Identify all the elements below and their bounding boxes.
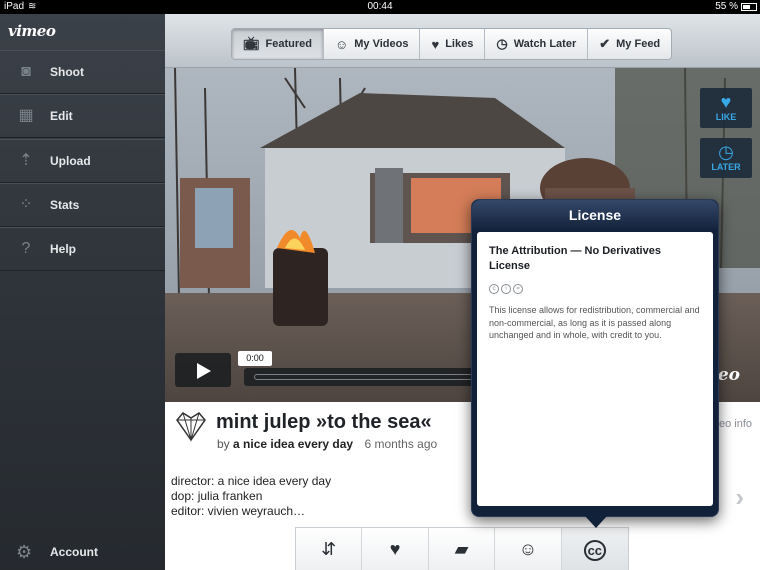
time-bubble: 0:00 bbox=[238, 351, 272, 366]
later-label: LATER bbox=[711, 162, 741, 172]
tab-likes[interactable]: ♥ Likes bbox=[420, 29, 486, 59]
author-link[interactable]: a nice idea every day bbox=[233, 437, 353, 451]
popover-body: The Attribution — No Derivatives License… bbox=[477, 232, 713, 506]
sidebar-item-stats[interactable]: ⁘ Stats bbox=[0, 183, 165, 227]
scrubber[interactable] bbox=[244, 368, 474, 386]
comment-icon: ▰ bbox=[454, 539, 469, 559]
by-label: by bbox=[217, 437, 230, 451]
stats-icon: ⁘ bbox=[19, 196, 33, 213]
credits: director: a nice idea every day dop: jul… bbox=[171, 474, 331, 519]
popover-arrow bbox=[585, 516, 607, 528]
help-icon: ? bbox=[21, 240, 31, 257]
clapperboard-icon: ▦ bbox=[18, 107, 34, 124]
like-action-button[interactable]: ♥ bbox=[362, 528, 429, 570]
sidebar-item-account[interactable]: ⚙ Account bbox=[0, 535, 165, 570]
heart-icon: ♥ bbox=[389, 539, 401, 559]
tab-my-videos[interactable]: ☺ My Videos bbox=[324, 29, 421, 59]
byline: by a nice idea every day 6 months ago bbox=[217, 437, 437, 451]
checkmark-icon: ✔ bbox=[599, 36, 611, 51]
like-button[interactable]: ♥ LIKE bbox=[700, 88, 752, 128]
gear-icon: ⚙ bbox=[16, 542, 33, 562]
heart-icon: ♥ bbox=[720, 92, 732, 112]
license-icons: c i = bbox=[489, 284, 701, 294]
license-popover: License The Attribution — No Derivatives… bbox=[471, 199, 719, 528]
license-title: The Attribution — No Derivatives License bbox=[489, 245, 661, 272]
like-label: LIKE bbox=[715, 112, 737, 122]
tab-label: My Videos bbox=[354, 38, 409, 50]
status-bar: iPad ≋ 00:44 55 % bbox=[0, 0, 760, 14]
tab-label: My Feed bbox=[616, 38, 661, 50]
tab-watch-later[interactable]: ◷ Watch Later bbox=[485, 29, 589, 59]
video-info-link[interactable]: eo info bbox=[719, 418, 752, 430]
clock-icon: ◷ bbox=[496, 36, 508, 51]
popover-header: License bbox=[472, 200, 718, 230]
license-button[interactable]: cc bbox=[561, 528, 629, 570]
smiley-icon: ☺ bbox=[518, 539, 538, 559]
license-description: This license allows for redistribution, … bbox=[489, 305, 700, 340]
tv-icon: 📺︎ bbox=[243, 36, 260, 51]
scrubber-track[interactable] bbox=[254, 374, 474, 380]
play-button[interactable] bbox=[175, 353, 231, 387]
sidebar-item-label: Shoot bbox=[50, 65, 84, 79]
credit-line: dop: julia franken bbox=[171, 489, 263, 503]
sidebar-item-label: Upload bbox=[50, 154, 91, 168]
vimeo-logo: vimeo bbox=[8, 22, 56, 40]
comment-button[interactable]: ▰ bbox=[429, 528, 496, 570]
avatar[interactable] bbox=[175, 410, 207, 442]
smiley-icon: ☺ bbox=[334, 36, 349, 52]
sidebar-item-upload[interactable]: ⇡ Upload bbox=[0, 139, 165, 183]
cc-icon: c bbox=[489, 284, 499, 294]
credit-line: director: a nice idea every day bbox=[171, 474, 332, 488]
sidebar-item-help[interactable]: ? Help bbox=[0, 227, 165, 271]
profile-button[interactable]: ☺ bbox=[495, 528, 562, 570]
chevron-right-icon[interactable]: › bbox=[735, 482, 744, 513]
battery-icon bbox=[741, 3, 757, 11]
sidebar-item-edit[interactable]: ▦ Edit bbox=[0, 94, 165, 138]
section-tabs: 📺︎ Featured ☺ My Videos ♥ Likes ◷ Watch … bbox=[231, 28, 673, 60]
sidebar-item-label: Help bbox=[50, 242, 77, 256]
share-icon: ⇵ bbox=[321, 539, 337, 559]
sidebar-item-label: Stats bbox=[50, 198, 80, 212]
credit-line: editor: vivien weyrauch… bbox=[171, 504, 306, 518]
camera-icon: ◙ bbox=[21, 63, 31, 80]
clock-icon: ◷ bbox=[718, 142, 734, 162]
sidebar: vimeo ◙ Shoot ▦ Edit ⇡ Upload ⁘ Stats ? … bbox=[0, 14, 165, 570]
account-label: Account bbox=[50, 545, 98, 559]
share-button[interactable]: ⇵ bbox=[296, 528, 363, 570]
tab-my-feed[interactable]: ✔ My Feed bbox=[588, 29, 671, 59]
video-title: mint julep »to the sea« bbox=[216, 411, 432, 433]
app-root: iPad ≋ 00:44 55 % vimeo ◙ Shoot ▦ Edit ⇡… bbox=[0, 0, 760, 570]
battery-percent: 55 % bbox=[715, 1, 738, 12]
tab-label: Likes bbox=[445, 38, 474, 50]
clock: 00:44 bbox=[367, 1, 393, 12]
watch-later-button[interactable]: ◷ LATER bbox=[700, 138, 752, 178]
no-derivatives-icon: = bbox=[513, 284, 523, 294]
tab-label: Featured bbox=[265, 38, 312, 50]
upload-icon: ⇡ bbox=[19, 152, 33, 169]
heart-icon: ♥ bbox=[431, 36, 440, 52]
sidebar-item-label: Edit bbox=[50, 109, 73, 123]
attribution-icon: i bbox=[501, 284, 511, 294]
sidebar-item-shoot[interactable]: ◙ Shoot bbox=[0, 50, 165, 94]
tab-featured[interactable]: 📺︎ Featured bbox=[232, 29, 324, 59]
cc-icon: cc bbox=[583, 540, 607, 561]
upload-age: 6 months ago bbox=[364, 437, 438, 451]
play-icon bbox=[197, 363, 211, 379]
top-bar: 📺︎ Featured ☺ My Videos ♥ Likes ◷ Watch … bbox=[165, 14, 760, 68]
action-bar: ⇵ ♥ ▰ ☺ cc bbox=[295, 527, 629, 570]
tab-label: Watch Later bbox=[513, 38, 577, 50]
